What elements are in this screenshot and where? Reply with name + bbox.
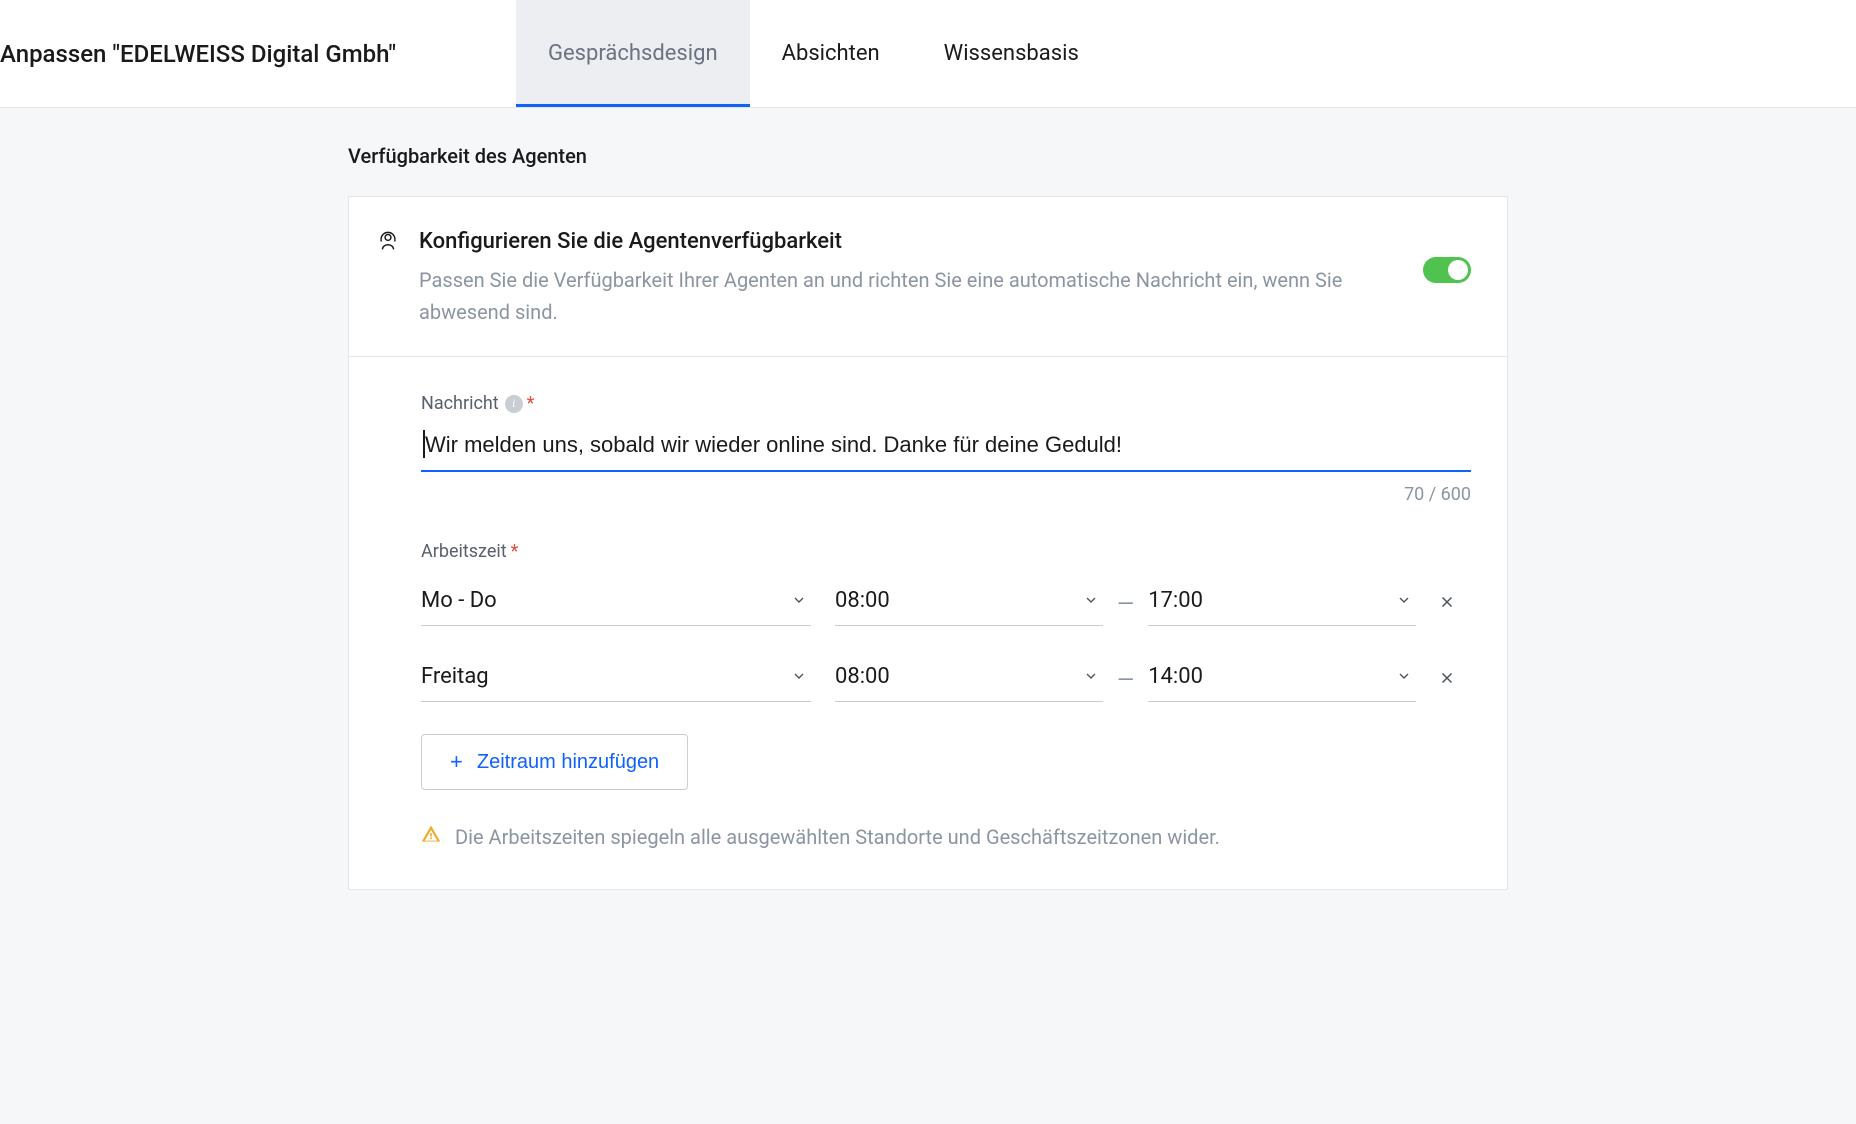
start-time-select[interactable]: 08:00 (835, 658, 1103, 702)
chevron-down-icon (1396, 592, 1412, 612)
card-header: Konfigurieren Sie die Agentenverfügbarke… (349, 197, 1507, 357)
tab-label: Gesprächsdesign (548, 41, 718, 66)
message-input-wrap (421, 428, 1471, 472)
section-title: Verfügbarkeit des Agenten (348, 144, 1508, 168)
start-time-value: 08:00 (835, 588, 890, 613)
page-title: Anpassen "EDELWEISS Digital Gmbh" (0, 40, 396, 68)
tab-intents[interactable]: Absichten (750, 0, 912, 107)
page-header: Anpassen "EDELWEISS Digital Gmbh" Gesprä… (0, 0, 1856, 108)
tabs: Gesprächsdesign Absichten Wissensbasis (516, 0, 1111, 107)
text-cursor (423, 430, 425, 458)
warning-icon (421, 824, 441, 849)
availability-card: Konfigurieren Sie die Agentenverfügbarke… (348, 196, 1508, 890)
hours-row: Freitag 08:00 — 14:00 (421, 658, 1471, 702)
start-time-select[interactable]: 08:00 (835, 582, 1103, 626)
hours-label: Arbeitszeit* (421, 541, 1471, 562)
end-time-select[interactable]: 14:00 (1148, 658, 1416, 702)
tab-knowledge-base[interactable]: Wissensbasis (912, 0, 1111, 107)
end-time-value: 14:00 (1148, 664, 1203, 689)
card-body: Nachricht i * 70 / 600 Arbeitszeit* Mo -… (349, 357, 1507, 889)
add-period-label: Zeitraum hinzufügen (477, 751, 659, 774)
message-label-text: Nachricht (421, 393, 499, 414)
info-icon[interactable]: i (505, 395, 523, 413)
chevron-down-icon (1396, 668, 1412, 688)
end-time-value: 17:00 (1148, 588, 1203, 613)
tab-label: Wissensbasis (944, 41, 1079, 66)
remove-row-button[interactable] (1438, 593, 1456, 615)
required-mark: * (527, 393, 535, 414)
chevron-down-icon (1083, 668, 1099, 688)
headset-icon (377, 231, 399, 257)
day-select-value: Freitag (421, 664, 489, 689)
chevron-down-icon (791, 592, 807, 612)
warning-text: Die Arbeitszeiten spiegeln alle ausgewäh… (455, 825, 1220, 849)
remove-row-button[interactable] (1438, 669, 1456, 691)
availability-toggle[interactable] (1423, 257, 1471, 283)
chevron-down-icon (1083, 592, 1099, 612)
tab-conversation-design[interactable]: Gesprächsdesign (516, 0, 750, 107)
hours-row: Mo - Do 08:00 — 17:00 (421, 582, 1471, 626)
hours-label-text: Arbeitszeit (421, 541, 507, 562)
plus-icon: + (450, 749, 463, 775)
warning-row: Die Arbeitszeiten spiegeln alle ausgewäh… (421, 824, 1471, 849)
toggle-knob (1448, 260, 1468, 280)
message-label: Nachricht i * (421, 393, 1471, 414)
start-time-value: 08:00 (835, 664, 890, 689)
content: Verfügbarkeit des Agenten Konfigurieren … (348, 108, 1508, 890)
tab-label: Absichten (782, 41, 880, 66)
day-select[interactable]: Mo - Do (421, 582, 811, 626)
end-time-select[interactable]: 17:00 (1148, 582, 1416, 626)
time-dash: — (1117, 668, 1134, 693)
day-select-value: Mo - Do (421, 588, 497, 613)
char-count: 70 / 600 (421, 484, 1471, 505)
required-mark: * (511, 541, 519, 562)
message-input[interactable] (421, 428, 1471, 472)
day-select[interactable]: Freitag (421, 658, 811, 702)
chevron-down-icon (791, 668, 807, 688)
time-dash: — (1117, 592, 1134, 617)
card-title: Konfigurieren Sie die Agentenverfügbarke… (419, 229, 1403, 254)
card-subtitle: Passen Sie die Verfügbarkeit Ihrer Agent… (419, 264, 1403, 328)
card-header-text: Konfigurieren Sie die Agentenverfügbarke… (419, 229, 1403, 328)
add-period-button[interactable]: + Zeitraum hinzufügen (421, 734, 688, 790)
